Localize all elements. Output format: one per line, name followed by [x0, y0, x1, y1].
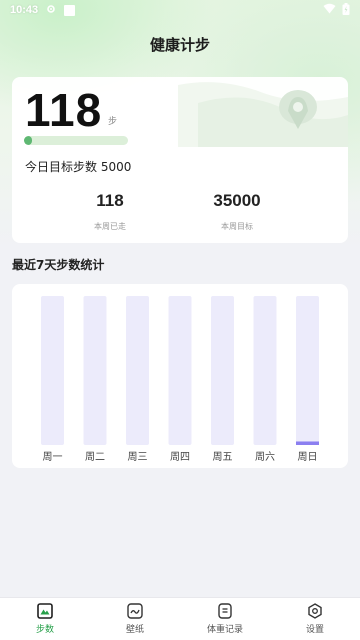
- weekly-steps-chart-svg: 周一 周二 周三 周四 周五 周六 周日: [41, 296, 319, 463]
- x-tick-label-1: 周二: [85, 451, 105, 463]
- bar-track-2: [126, 296, 149, 445]
- x-tick-label-0: 周一: [43, 451, 63, 463]
- weekly-stats-title: 最近7天步数统计: [12, 258, 105, 272]
- bar-track-6: [296, 296, 319, 445]
- week-goal-value: 35000: [213, 191, 261, 210]
- week-walked-stat: 118 本周已走: [50, 191, 170, 232]
- today-summary-card: 118 步 今日目标步数 5000 118 本周已走 35000 本周目标: [12, 77, 348, 243]
- bar-track-0: [41, 296, 64, 445]
- status-time: 10:43: [10, 4, 39, 16]
- today-steps-value: 118: [25, 84, 103, 136]
- settings-hexagon-icon: [308, 603, 322, 619]
- image-notification-icon: [64, 4, 76, 16]
- daily-progress-fill: [24, 136, 33, 145]
- tab-settings-label: 设置: [305, 625, 324, 635]
- weight-scale-icon: [218, 603, 232, 619]
- map-pin-decoration-icon: [178, 82, 348, 147]
- x-tick-label-2: 周三: [128, 451, 148, 463]
- daily-goal-text: 今日目标步数 5000: [25, 160, 132, 174]
- tab-steps[interactable]: 步数: [0, 598, 90, 640]
- tab-settings[interactable]: 设置: [270, 598, 360, 640]
- battery-icon: [342, 2, 350, 18]
- bar-track-5: [253, 296, 277, 445]
- tab-weight[interactable]: 体重记录: [180, 598, 270, 640]
- page-title: 健康计步: [149, 36, 210, 54]
- week-goal-stat: 35000 本周目标: [177, 191, 297, 232]
- bottom-tab-bar: 步数 壁纸 体重记录 设置: [0, 597, 360, 640]
- gear-notification-icon: [46, 4, 56, 17]
- bar-value-6: [296, 441, 319, 445]
- tab-wallpaper-label: 壁纸: [125, 625, 144, 635]
- x-tick-label-4: 周五: [213, 451, 233, 463]
- weekly-steps-chart: 周一 周二 周三 周四 周五 周六 周日: [12, 284, 348, 468]
- tab-weight-label: 体重记录: [206, 625, 243, 635]
- bar-track-3: [168, 296, 192, 445]
- tab-steps-label: 步数: [35, 625, 54, 635]
- bar-track-4: [211, 296, 234, 445]
- daily-progress-bar: [24, 136, 128, 145]
- mountain-icon: [37, 603, 53, 619]
- tab-wallpaper[interactable]: 壁纸: [90, 598, 180, 640]
- x-tick-label-6: 周日: [298, 451, 318, 463]
- x-tick-label-5: 周六: [255, 451, 275, 463]
- status-bar: 10:43: [0, 0, 360, 20]
- week-walked-value: 118: [96, 191, 124, 210]
- week-goal-label: 本周目标: [221, 222, 253, 231]
- steps-unit-label: 步: [108, 117, 118, 127]
- wifi-icon: [323, 3, 336, 17]
- x-tick-label-3: 周四: [170, 451, 190, 463]
- week-walked-label: 本周已走: [94, 222, 126, 231]
- wallpaper-icon: [127, 603, 143, 619]
- bar-track-1: [83, 296, 107, 445]
